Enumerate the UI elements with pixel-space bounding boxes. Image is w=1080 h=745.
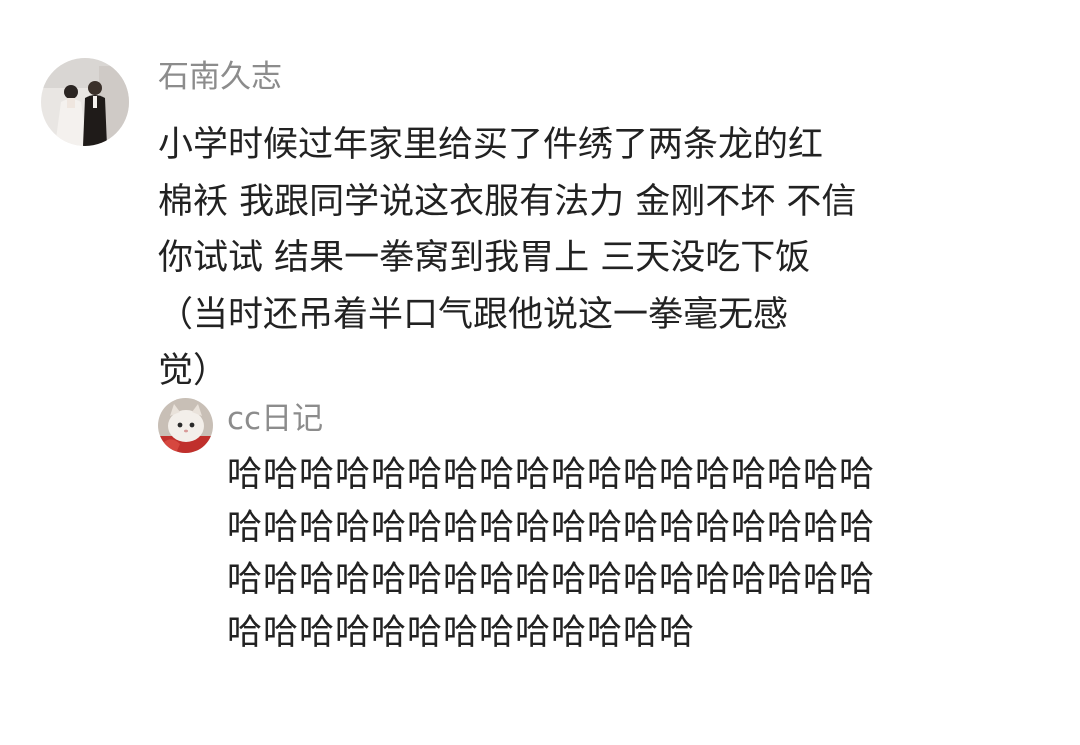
reply-avatar[interactable] (158, 398, 213, 453)
comment-text-line: 棉袄 我跟同学说这衣服有法力 金刚不坏 不信 (158, 181, 857, 222)
comment-text-line: 你试试 结果一拳窝到我胃上 三天没吃下饭 (158, 238, 811, 278)
comment-text-line: 觉） (158, 351, 229, 391)
reply-text-line: 哈哈哈哈哈哈哈哈哈哈哈哈哈 (227, 613, 696, 654)
user-avatar[interactable] (41, 58, 129, 146)
user-avatar-photo-icon (41, 58, 129, 146)
cat-avatar-icon (158, 398, 213, 453)
reply-text-line: 哈哈哈哈哈哈哈哈哈哈哈哈哈哈哈哈哈哈 (227, 507, 876, 548)
comment-text-line: （当时还吊着半口气跟他说这一拳毫无感 (158, 294, 789, 335)
reply-text-line: 哈哈哈哈哈哈哈哈哈哈哈哈哈哈哈哈哈哈 (227, 455, 876, 495)
reply-text-line: 哈哈哈哈哈哈哈哈哈哈哈哈哈哈哈哈哈哈 (227, 560, 876, 601)
reply-username[interactable]: cc日记 (227, 397, 323, 441)
comment-username[interactable]: 石南久志 (158, 55, 282, 99)
comment-text-line: 小学时候过年家里给买了件绣了两条龙的红 (158, 125, 824, 165)
reply-text: 哈哈哈哈哈哈哈哈哈哈哈哈哈哈哈哈哈哈 哈哈哈哈哈哈哈哈哈哈哈哈哈哈哈哈哈哈 哈哈… (227, 449, 1047, 660)
comment-text: 小学时候过年家里给买了件绣了两条龙的红 棉袄 我跟同学说这衣服有法力 金刚不坏 … (158, 117, 938, 400)
